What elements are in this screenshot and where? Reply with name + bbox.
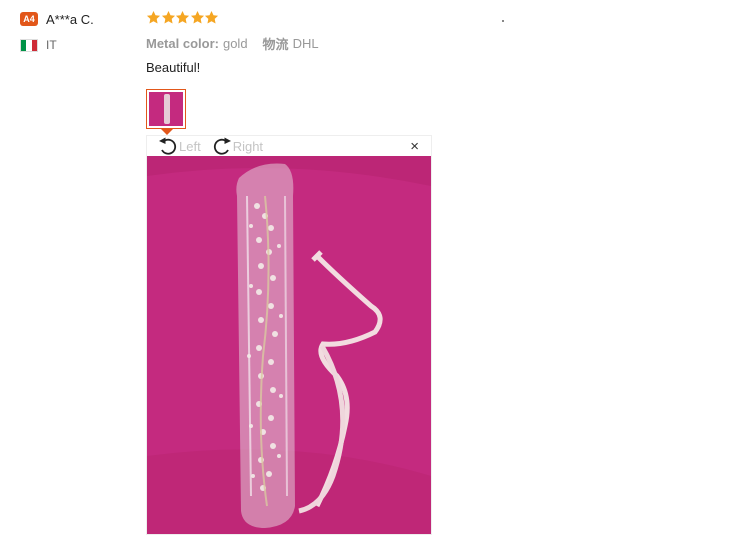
rotate-right-button[interactable]: Right — [211, 136, 263, 156]
reviewer-info: A4 A***a C. IT — [20, 10, 140, 53]
review-photo — [147, 156, 431, 534]
thumbnail-product — [164, 94, 170, 124]
attribute-value-logistics: DHL — [292, 35, 319, 51]
stray-dot — [502, 20, 504, 22]
star-icon — [204, 10, 219, 24]
star-icon — [161, 10, 175, 24]
attribute-key-metal-color: Metal color: — [146, 35, 219, 51]
review-photo-thumbnail-wrap — [146, 89, 188, 135]
rotate-left-label: Left — [179, 138, 201, 154]
review-page: A4 A***a C. IT Metal color: gold 物流 DHL — [0, 0, 750, 544]
review-text: Beautiful! — [146, 60, 201, 75]
rotate-left-icon — [159, 137, 177, 155]
reviewer-country: IT — [46, 38, 57, 52]
star-icon — [190, 10, 204, 24]
close-icon[interactable]: × — [410, 139, 419, 155]
rotate-left-button[interactable]: Left — [157, 136, 201, 156]
star-rating — [146, 10, 746, 26]
reviewer-name: A***a C. — [46, 11, 94, 27]
star-icon — [146, 10, 161, 24]
reviewer-country-row: IT — [20, 37, 140, 53]
review-attributes: Metal color: gold 物流 DHL — [146, 35, 746, 52]
star-icon — [175, 10, 190, 24]
rotate-right-icon — [213, 137, 231, 155]
reviewer-level-badge: A4 — [20, 12, 38, 26]
italy-flag-icon — [20, 38, 38, 52]
review-body: Metal color: gold 物流 DHL Beautiful! — [146, 10, 746, 135]
attribute-value-metal-color: gold — [222, 35, 248, 51]
review-photo-image — [147, 156, 431, 534]
flag-red-stripe — [31, 39, 37, 51]
rotate-right-label: Right — [232, 138, 264, 154]
photo-viewer: Left Right × — [146, 135, 432, 535]
review-photo-thumbnail[interactable] — [146, 89, 186, 129]
reviewer-row: A4 A***a C. — [20, 10, 140, 28]
attribute-key-logistics: 物流 — [262, 36, 289, 52]
photo-viewer-toolbar: Left Right × — [147, 136, 431, 156]
thumbnail-image — [149, 92, 183, 126]
